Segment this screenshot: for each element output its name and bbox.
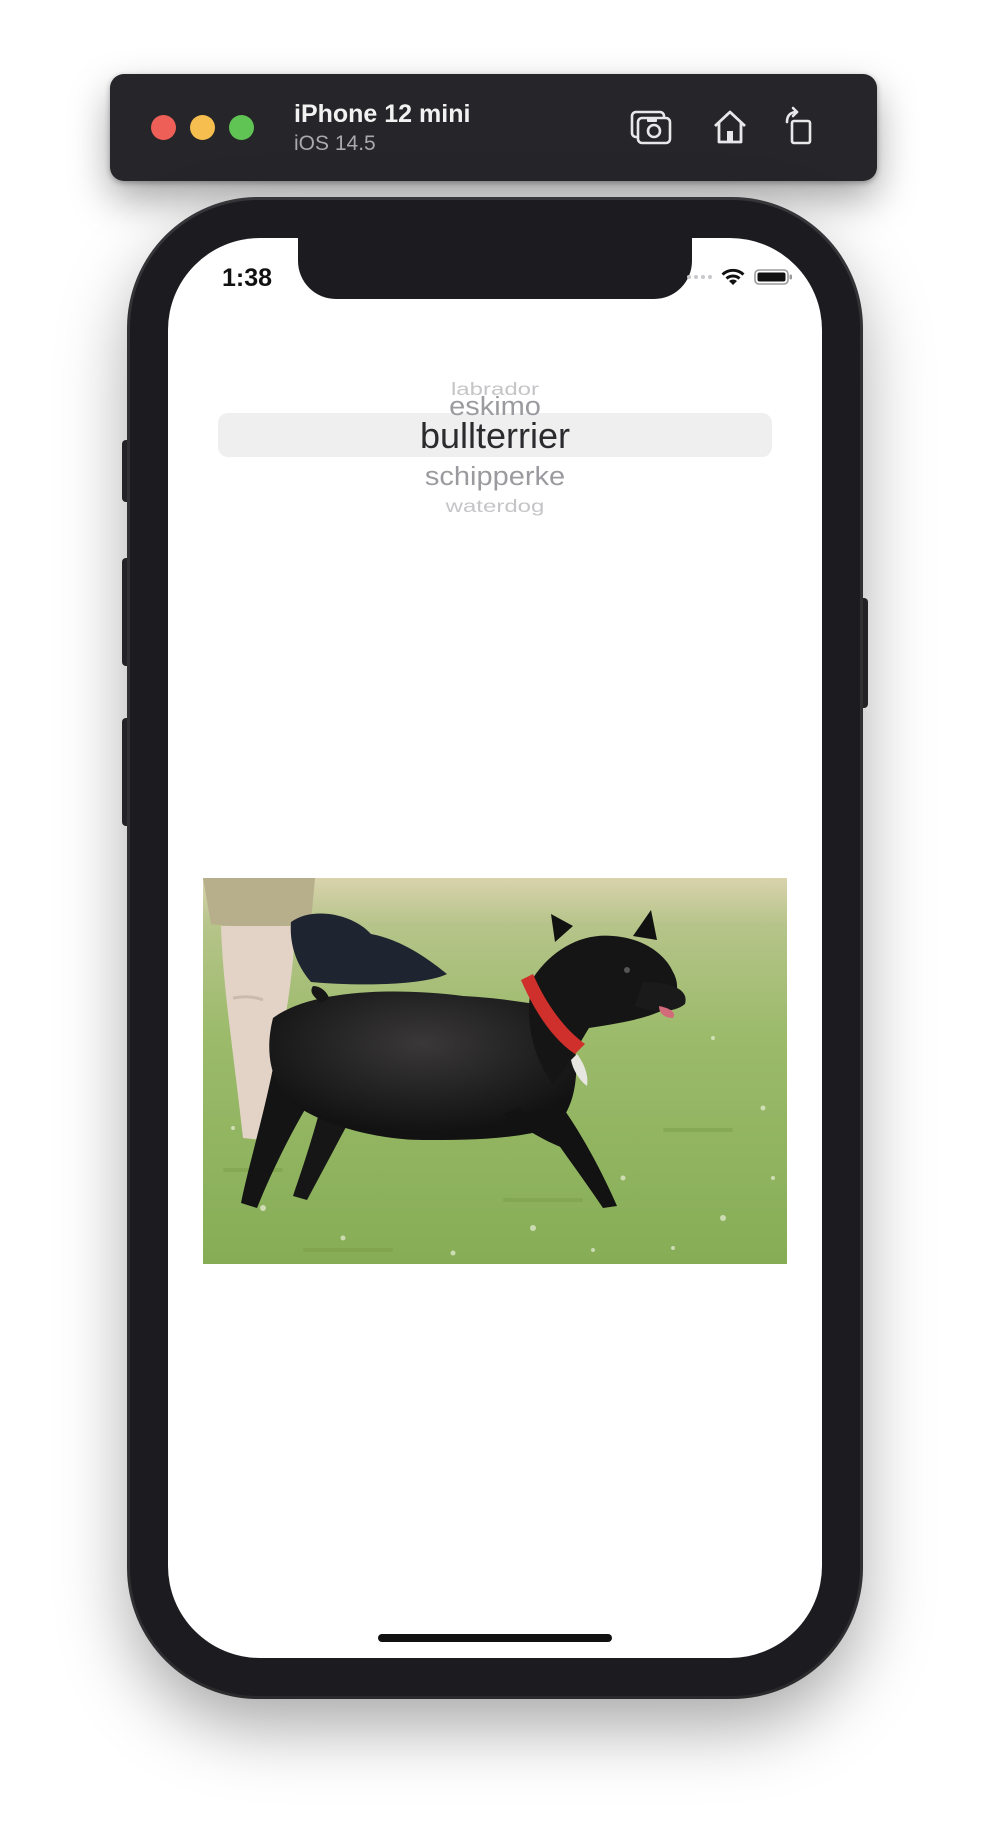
dog-photo: [203, 878, 787, 1264]
minimize-window-button[interactable]: [190, 115, 215, 140]
status-icons: [687, 266, 794, 288]
breed-picker[interactable]: labrador eskimo bullterrier schipperke w…: [218, 338, 772, 518]
simulator-title-bar: iPhone 12 mini iOS 14.5: [110, 74, 877, 181]
simulator-window: iPhone 12 mini iOS 14.5 1:38 labrador es…: [0, 0, 988, 1842]
status-time: 1:38: [222, 264, 273, 292]
rotate-icon[interactable]: [777, 104, 823, 150]
battery-icon: [754, 267, 794, 287]
wifi-icon: [720, 267, 746, 287]
close-window-button[interactable]: [151, 115, 176, 140]
phone-screen: 1:38 labrador eskimo bullterrier schippe…: [168, 238, 822, 1658]
device-name: iPhone 12 mini: [294, 100, 471, 128]
picker-option[interactable]: waterdog: [218, 498, 772, 515]
device-os-version: iOS 14.5: [294, 132, 376, 155]
home-indicator[interactable]: [378, 1634, 612, 1642]
home-icon[interactable]: [707, 104, 753, 150]
picker-option[interactable]: schipperke: [218, 464, 772, 491]
notch: [298, 238, 692, 299]
screenshot-icon[interactable]: [628, 104, 674, 150]
signal-icon: [687, 275, 712, 279]
picker-selected-option[interactable]: bullterrier: [218, 417, 772, 455]
zoom-window-button[interactable]: [229, 115, 254, 140]
